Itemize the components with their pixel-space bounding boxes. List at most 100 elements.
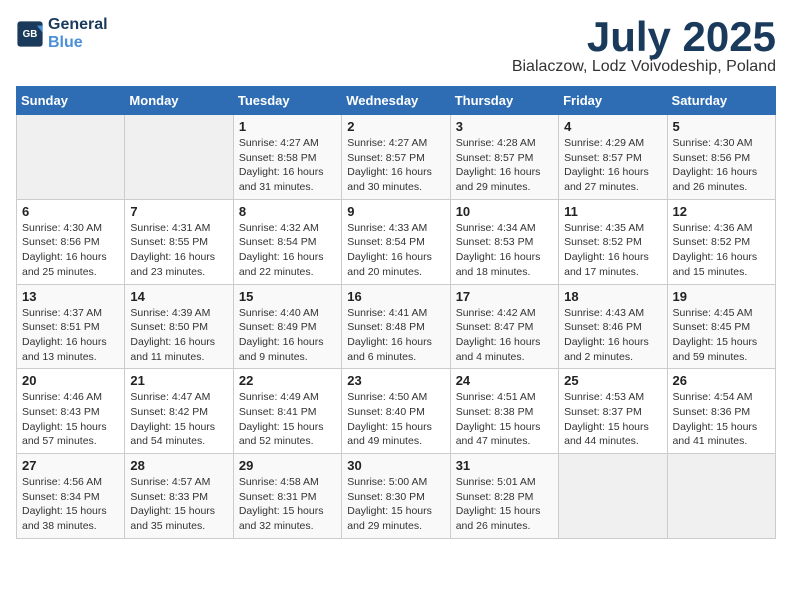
day-info: Sunrise: 4:49 AMSunset: 8:41 PMDaylight:…	[239, 390, 336, 449]
calendar-cell: 19 Sunrise: 4:45 AMSunset: 8:45 PMDayligh…	[667, 284, 775, 369]
calendar-cell: 2 Sunrise: 4:27 AMSunset: 8:57 PMDaylight…	[342, 115, 450, 200]
header-saturday: Saturday	[667, 87, 775, 115]
calendar-table: SundayMondayTuesdayWednesdayThursdayFrid…	[16, 86, 776, 539]
calendar-week-row: 1 Sunrise: 4:27 AMSunset: 8:58 PMDaylight…	[17, 115, 776, 200]
calendar-cell: 10 Sunrise: 4:34 AMSunset: 8:53 PMDayligh…	[450, 199, 558, 284]
day-number: 5	[673, 119, 770, 134]
day-number: 9	[347, 204, 444, 219]
day-number: 12	[673, 204, 770, 219]
calendar-cell: 16 Sunrise: 4:41 AMSunset: 8:48 PMDayligh…	[342, 284, 450, 369]
day-info: Sunrise: 4:36 AMSunset: 8:52 PMDaylight:…	[673, 221, 770, 280]
day-info: Sunrise: 4:34 AMSunset: 8:53 PMDaylight:…	[456, 221, 553, 280]
calendar-cell: 30 Sunrise: 5:00 AMSunset: 8:30 PMDayligh…	[342, 454, 450, 539]
day-number: 8	[239, 204, 336, 219]
day-info: Sunrise: 4:54 AMSunset: 8:36 PMDaylight:…	[673, 390, 770, 449]
calendar-cell: 24 Sunrise: 4:51 AMSunset: 8:38 PMDayligh…	[450, 369, 558, 454]
month-title: July 2025	[512, 16, 776, 58]
day-info: Sunrise: 4:40 AMSunset: 8:49 PMDaylight:…	[239, 306, 336, 365]
day-info: Sunrise: 4:41 AMSunset: 8:48 PMDaylight:…	[347, 306, 444, 365]
day-info: Sunrise: 4:30 AMSunset: 8:56 PMDaylight:…	[22, 221, 119, 280]
day-number: 17	[456, 289, 553, 304]
logo-text-line1: General	[48, 16, 108, 34]
day-info: Sunrise: 5:01 AMSunset: 8:28 PMDaylight:…	[456, 475, 553, 534]
day-number: 15	[239, 289, 336, 304]
day-info: Sunrise: 4:27 AMSunset: 8:58 PMDaylight:…	[239, 136, 336, 195]
day-number: 24	[456, 373, 553, 388]
logo-icon: GB	[16, 20, 44, 48]
calendar-week-row: 20Sunrise: 4:46 AMSunset: 8:43 PMDayligh…	[17, 369, 776, 454]
calendar-week-row: 6 Sunrise: 4:30 AMSunset: 8:56 PMDaylight…	[17, 199, 776, 284]
calendar-cell: 7Sunrise: 4:31 AMSunset: 8:55 PMDaylight…	[125, 199, 233, 284]
svg-text:GB: GB	[23, 29, 38, 40]
calendar-cell: 23Sunrise: 4:50 AMSunset: 8:40 PMDayligh…	[342, 369, 450, 454]
day-info: Sunrise: 4:56 AMSunset: 8:34 PMDaylight:…	[22, 475, 119, 534]
calendar-cell: 8 Sunrise: 4:32 AMSunset: 8:54 PMDaylight…	[233, 199, 341, 284]
day-number: 21	[130, 373, 227, 388]
day-info: Sunrise: 4:35 AMSunset: 8:52 PMDaylight:…	[564, 221, 661, 280]
day-number: 25	[564, 373, 661, 388]
day-number: 23	[347, 373, 444, 388]
day-number: 6	[22, 204, 119, 219]
day-info: Sunrise: 4:29 AMSunset: 8:57 PMDaylight:…	[564, 136, 661, 195]
calendar-cell: 15 Sunrise: 4:40 AMSunset: 8:49 PMDayligh…	[233, 284, 341, 369]
calendar-cell: 3 Sunrise: 4:28 AMSunset: 8:57 PMDaylight…	[450, 115, 558, 200]
calendar-cell: 27 Sunrise: 4:56 AMSunset: 8:34 PMDayligh…	[17, 454, 125, 539]
day-info: Sunrise: 5:00 AMSunset: 8:30 PMDaylight:…	[347, 475, 444, 534]
calendar-cell: 9Sunrise: 4:33 AMSunset: 8:54 PMDaylight…	[342, 199, 450, 284]
day-number: 29	[239, 458, 336, 473]
header-monday: Monday	[125, 87, 233, 115]
day-info: Sunrise: 4:53 AMSunset: 8:37 PMDaylight:…	[564, 390, 661, 449]
location-subtitle: Bialaczow, Lodz Voivodeship, Poland	[512, 58, 776, 76]
day-number: 3	[456, 119, 553, 134]
calendar-cell: 4Sunrise: 4:29 AMSunset: 8:57 PMDaylight…	[559, 115, 667, 200]
day-info: Sunrise: 4:32 AMSunset: 8:54 PMDaylight:…	[239, 221, 336, 280]
day-number: 10	[456, 204, 553, 219]
day-number: 11	[564, 204, 661, 219]
day-info: Sunrise: 4:42 AMSunset: 8:47 PMDaylight:…	[456, 306, 553, 365]
calendar-cell	[125, 115, 233, 200]
calendar-cell	[17, 115, 125, 200]
day-number: 30	[347, 458, 444, 473]
day-number: 27	[22, 458, 119, 473]
day-number: 1	[239, 119, 336, 134]
day-number: 14	[130, 289, 227, 304]
calendar-cell: 13Sunrise: 4:37 AMSunset: 8:51 PMDayligh…	[17, 284, 125, 369]
day-info: Sunrise: 4:43 AMSunset: 8:46 PMDaylight:…	[564, 306, 661, 365]
calendar-cell: 31Sunrise: 5:01 AMSunset: 8:28 PMDayligh…	[450, 454, 558, 539]
day-info: Sunrise: 4:39 AMSunset: 8:50 PMDaylight:…	[130, 306, 227, 365]
day-info: Sunrise: 4:31 AMSunset: 8:55 PMDaylight:…	[130, 221, 227, 280]
header-wednesday: Wednesday	[342, 87, 450, 115]
calendar-cell: 11 Sunrise: 4:35 AMSunset: 8:52 PMDayligh…	[559, 199, 667, 284]
day-number: 13	[22, 289, 119, 304]
calendar-cell	[559, 454, 667, 539]
day-info: Sunrise: 4:58 AMSunset: 8:31 PMDaylight:…	[239, 475, 336, 534]
day-info: Sunrise: 4:47 AMSunset: 8:42 PMDaylight:…	[130, 390, 227, 449]
calendar-week-row: 13Sunrise: 4:37 AMSunset: 8:51 PMDayligh…	[17, 284, 776, 369]
calendar-cell: 20Sunrise: 4:46 AMSunset: 8:43 PMDayligh…	[17, 369, 125, 454]
calendar-cell: 21 Sunrise: 4:47 AMSunset: 8:42 PMDayligh…	[125, 369, 233, 454]
header-thursday: Thursday	[450, 87, 558, 115]
day-info: Sunrise: 4:46 AMSunset: 8:43 PMDaylight:…	[22, 390, 119, 449]
day-number: 2	[347, 119, 444, 134]
calendar-cell	[667, 454, 775, 539]
calendar-cell: 6 Sunrise: 4:30 AMSunset: 8:56 PMDaylight…	[17, 199, 125, 284]
day-info: Sunrise: 4:51 AMSunset: 8:38 PMDaylight:…	[456, 390, 553, 449]
day-number: 26	[673, 373, 770, 388]
day-number: 22	[239, 373, 336, 388]
day-info: Sunrise: 4:57 AMSunset: 8:33 PMDaylight:…	[130, 475, 227, 534]
calendar-cell: 25 Sunrise: 4:53 AMSunset: 8:37 PMDayligh…	[559, 369, 667, 454]
header-friday: Friday	[559, 87, 667, 115]
day-number: 19	[673, 289, 770, 304]
day-info: Sunrise: 4:28 AMSunset: 8:57 PMDaylight:…	[456, 136, 553, 195]
calendar-cell: 5Sunrise: 4:30 AMSunset: 8:56 PMDaylight…	[667, 115, 775, 200]
logo-text-line2: Blue	[48, 34, 108, 52]
logo: GB General Blue	[16, 16, 108, 52]
calendar-cell: 17 Sunrise: 4:42 AMSunset: 8:47 PMDayligh…	[450, 284, 558, 369]
calendar-week-row: 27 Sunrise: 4:56 AMSunset: 8:34 PMDayligh…	[17, 454, 776, 539]
day-info: Sunrise: 4:45 AMSunset: 8:45 PMDaylight:…	[673, 306, 770, 365]
day-number: 16	[347, 289, 444, 304]
calendar-cell: 26 Sunrise: 4:54 AMSunset: 8:36 PMDayligh…	[667, 369, 775, 454]
calendar-cell: 12 Sunrise: 4:36 AMSunset: 8:52 PMDayligh…	[667, 199, 775, 284]
day-info: Sunrise: 4:27 AMSunset: 8:57 PMDaylight:…	[347, 136, 444, 195]
title-block: July 2025 Bialaczow, Lodz Voivodeship, P…	[512, 16, 776, 76]
